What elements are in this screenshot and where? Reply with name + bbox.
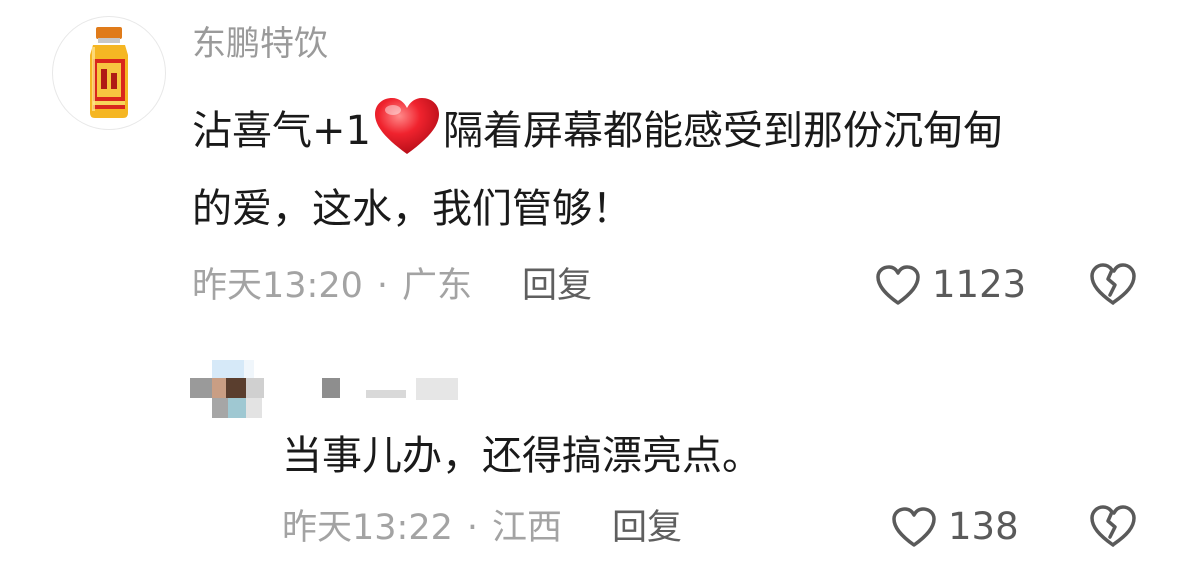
comment-text-part2: 隔着屏幕都能感受到那份沉甸甸 [442, 108, 1003, 154]
reply-meta: 昨天13:22 · 江西 回复 [282, 506, 682, 550]
reply-text: 当事儿办，还得搞漂亮点。 [282, 433, 762, 479]
heart-outline-icon [876, 265, 920, 305]
comment-line-2: 的爱，这水，我们管够！ [192, 186, 632, 232]
reply-location: 江西 [492, 508, 563, 548]
reply-username-blurred [322, 378, 458, 400]
meta-separator: · [376, 266, 389, 306]
drink-bottle-avatar-icon [90, 27, 128, 118]
comment-line-1: 沾喜气+1 隔着屏幕都能感受到那份沉甸甸 [192, 92, 1152, 170]
comment-time: 昨天13:20 [192, 266, 363, 306]
broken-heart-icon[interactable] [1088, 261, 1138, 307]
heart-outline-icon [892, 507, 936, 547]
avatar[interactable] [52, 16, 166, 130]
like-button[interactable]: 138 [890, 502, 1019, 552]
broken-heart-icon[interactable] [1088, 503, 1138, 549]
meta-separator: · [466, 508, 479, 548]
comment-location: 广东 [402, 266, 473, 306]
comment-meta: 昨天13:20 · 广东 回复 [192, 264, 592, 308]
comment-text-part1: 沾喜气+1 [192, 108, 371, 154]
pixelated-avatar[interactable] [190, 360, 268, 420]
reply-button[interactable]: 回复 [612, 508, 682, 548]
red-heart-icon [374, 98, 439, 154]
like-count: 138 [948, 505, 1019, 548]
like-count: 1123 [932, 263, 1027, 306]
like-button[interactable]: 1123 [874, 260, 1026, 310]
comment-text: 沾喜气+1 隔着屏幕都能感受到那份沉甸甸 的爱，这水，我们管够！ [192, 92, 1152, 248]
comment-username[interactable]: 东鹏特饮 [192, 20, 328, 68]
reply-button[interactable]: 回复 [522, 266, 592, 306]
reply-time: 昨天13:22 [282, 508, 453, 548]
